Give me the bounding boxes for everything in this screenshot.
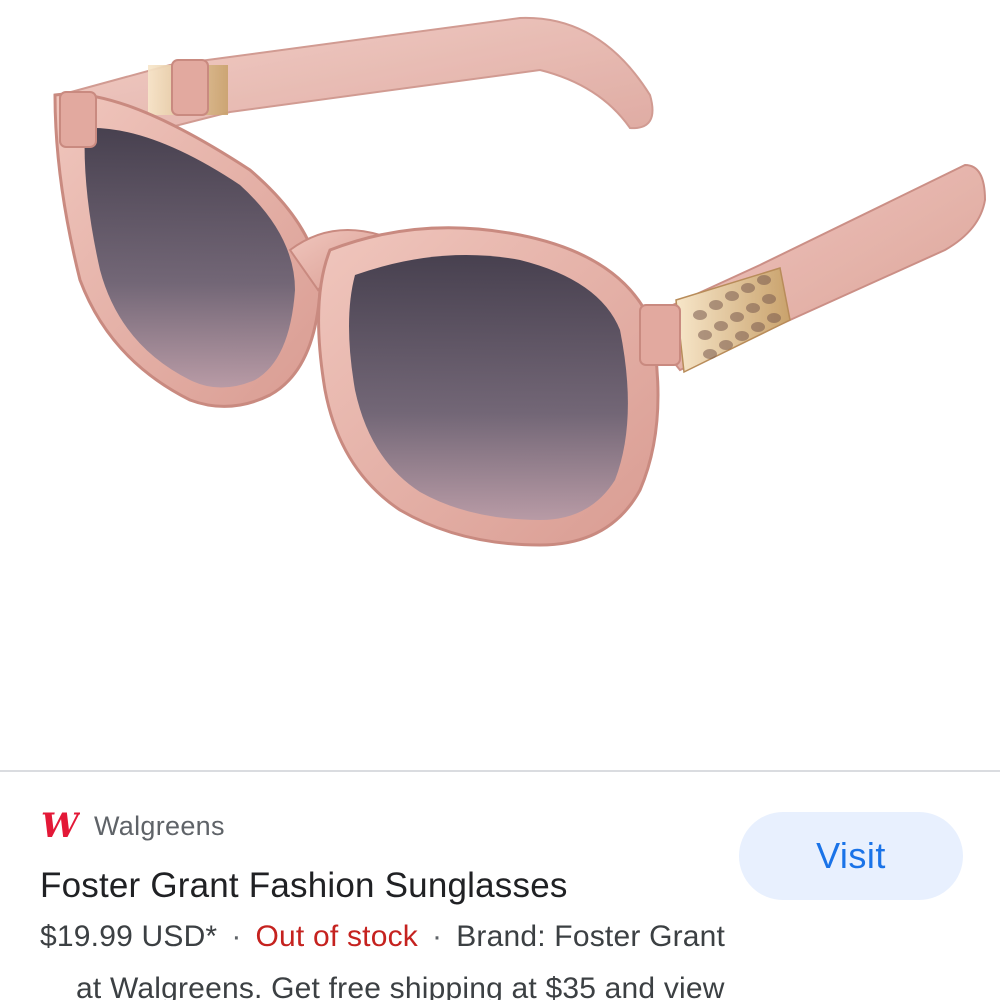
visit-button[interactable]: Visit: [739, 812, 963, 900]
divider: [0, 770, 1000, 772]
separator-dot: ·: [231, 920, 242, 953]
store-name: Walgreens: [94, 810, 225, 841]
walgreens-w-icon: W: [40, 806, 80, 846]
product-description: at Walgreens. Get free shipping at $35 a…: [76, 972, 725, 1000]
stock-status: Out of stock: [255, 920, 418, 953]
shopping-result-page: W Walgreens Visit Foster Grant Fashion S…: [0, 0, 1000, 1000]
sunglasses-image: [53, 16, 987, 547]
store-row[interactable]: W Walgreens: [40, 806, 225, 846]
product-image[interactable]: [0, 0, 1000, 770]
product-brand: Brand: Foster Grant: [456, 920, 726, 953]
separator-dot: ·: [431, 920, 443, 953]
product-price: $19.99 USD*: [40, 920, 218, 953]
product-title[interactable]: Foster Grant Fashion Sunglasses: [40, 866, 568, 906]
product-meta: $19.99 USD* · Out of stock · Brand: Foster G…: [40, 920, 725, 954]
svg-text:W: W: [41, 809, 80, 843]
